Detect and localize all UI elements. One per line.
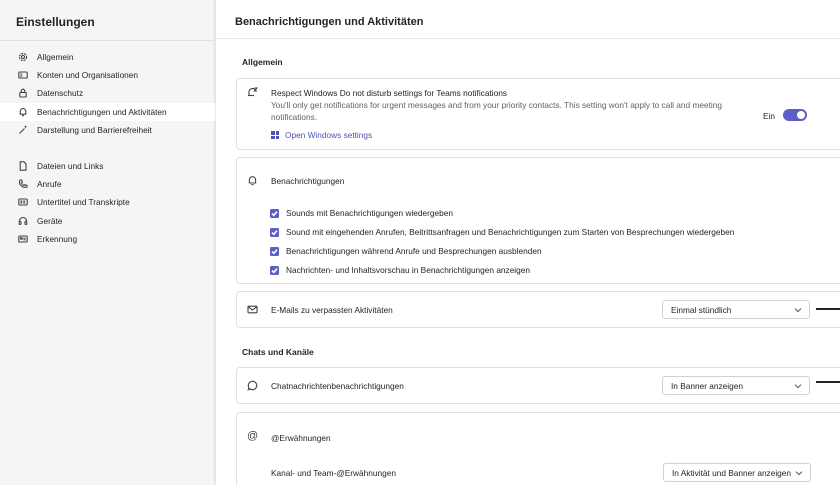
sidebar-item-files[interactable]: Dateien und Links (0, 157, 215, 175)
mentions-card: @ @Erwähnungen Kanal- und Team-@Erwähnun… (236, 412, 840, 485)
email-frequency-dropdown[interactable]: Einmal stündlich (662, 300, 810, 319)
sidebar-group-1: Allgemein Konten und Organisationen Date… (0, 48, 215, 139)
closed-caption-icon (18, 197, 28, 207)
chevron-down-icon (794, 382, 802, 390)
sidebar-item-privacy[interactable]: Datenschutz (0, 84, 215, 102)
sidebar-item-label: Anrufe (37, 179, 62, 190)
check-label: Nachrichten- und Inhaltsvorschau in Bena… (286, 265, 530, 275)
id-card-icon (18, 70, 28, 80)
section-title-general: Allgemein (242, 57, 283, 67)
person-id-icon (18, 234, 28, 244)
section-title-chats: Chats und Kanäle (242, 347, 314, 357)
windows-logo-icon (271, 131, 279, 139)
sidebar-group-2: Dateien und Links Anrufe Untertitel und … (0, 157, 215, 248)
header-divider (216, 38, 840, 39)
toggle-label: Ein (763, 111, 775, 121)
call-sounds-checkbox[interactable] (270, 227, 279, 237)
sidebar-item-devices[interactable]: Geräte (0, 212, 215, 230)
page-title: Benachrichtigungen und Aktivitäten (235, 16, 424, 28)
link-label: Open Windows settings (285, 130, 373, 140)
settings-main: Benachrichtigungen und Aktivitäten Allge… (216, 0, 840, 485)
check-label: Benachrichtigungen während Anrufe und Be… (286, 246, 542, 256)
headset-icon (18, 216, 28, 226)
check-label: Sound mit eingehenden Anrufen, Beitritts… (286, 227, 735, 237)
hide-during-calls-checkbox[interactable] (270, 246, 279, 256)
mail-icon (247, 304, 258, 315)
sidebar-item-label: Erkennung (37, 233, 78, 244)
sidebar-item-appearance[interactable]: Darstellung und Barrierefreiheit (0, 121, 215, 139)
at-sign-icon: @ (247, 430, 259, 442)
sidebar-divider (0, 40, 215, 41)
phone-icon (18, 179, 28, 189)
check-label: Sounds mit Benachrichtigungen wiedergebe… (286, 208, 453, 218)
chat-notification-dropdown[interactable]: In Banner anzeigen (662, 376, 810, 395)
email-label: E-Mails zu verpassten Aktivitäten (271, 305, 393, 315)
document-icon (18, 161, 28, 171)
open-windows-settings-link[interactable]: Open Windows settings (271, 130, 372, 140)
gear-icon (18, 52, 28, 62)
sidebar-item-label: Benachrichtigungen und Aktivitäten (37, 106, 167, 117)
sidebar-item-label: Konten und Organisationen (37, 70, 139, 81)
sidebar-item-recognition[interactable]: Erkennung (0, 230, 215, 248)
chevron-down-icon (794, 306, 802, 314)
bell-icon (18, 107, 28, 117)
sidebar-item-label: Dateien und Links (37, 161, 104, 172)
dnd-description: You'll only get notifications for urgent… (271, 100, 722, 122)
settings-sidebar: Einstellungen Allgemein Konten und Organ… (0, 0, 215, 485)
check-row-preview: Nachrichten- und Inhaltsvorschau in Bena… (270, 265, 530, 275)
chevron-down-icon (795, 469, 803, 477)
magic-wand-icon (18, 125, 28, 135)
mentions-dropdown[interactable]: In Aktivität und Banner anzeigen (663, 463, 811, 482)
sidebar-item-label: Datenschutz (37, 88, 84, 99)
edge-indicator (816, 381, 840, 383)
sidebar-item-general[interactable]: Allgemein (0, 48, 215, 66)
mentions-title: @Erwähnungen (271, 433, 331, 443)
chat-icon (247, 380, 258, 391)
notifications-card: Benachrichtigungen Sounds mit Benachrich… (236, 157, 840, 284)
dnd-toggle[interactable] (783, 109, 807, 121)
lock-icon (18, 88, 28, 99)
check-row-hide-during-calls: Benachrichtigungen während Anrufe und Be… (270, 246, 542, 256)
dropdown-value: In Aktivität und Banner anzeigen (672, 467, 792, 478)
preview-checkbox[interactable] (270, 265, 279, 275)
sidebar-item-captions[interactable]: Untertitel und Transkripte (0, 193, 215, 211)
sidebar-item-label: Untertitel und Transkripte (37, 197, 130, 208)
chat-label: Chatnachrichtenbenachrichtigungen (271, 381, 404, 391)
dropdown-value: In Banner anzeigen (671, 380, 743, 391)
do-not-disturb-icon (247, 87, 259, 98)
chat-card: Chatnachrichtenbenachrichtigungen In Ban… (236, 367, 840, 404)
check-row-sounds: Sounds mit Benachrichtigungen wiedergebe… (270, 208, 453, 218)
dropdown-value: Einmal stündlich (671, 304, 732, 315)
check-row-call-sounds: Sound mit eingehenden Anrufen, Beitritts… (270, 227, 734, 237)
notifications-title: Benachrichtigungen (271, 176, 345, 186)
edge-indicator (816, 308, 840, 310)
email-card: E-Mails zu verpassten Aktivitäten Einmal… (236, 291, 840, 328)
sidebar-item-label: Darstellung und Barrierefreiheit (37, 124, 152, 135)
sidebar-item-notifications[interactable]: Benachrichtigungen und Aktivitäten (0, 102, 215, 121)
sidebar-item-accounts[interactable]: Konten und Organisationen (0, 66, 215, 84)
dnd-title: Respect Windows Do not disturb settings … (271, 88, 507, 98)
sidebar-item-label: Geräte (37, 215, 63, 226)
dnd-card: Respect Windows Do not disturb settings … (236, 78, 840, 150)
bell-icon (247, 175, 258, 186)
sidebar-item-label: Allgemein (37, 52, 74, 63)
sidebar-item-calls[interactable]: Anrufe (0, 175, 215, 193)
toggle-knob (797, 111, 805, 119)
sidebar-title: Einstellungen (16, 15, 95, 29)
mentions-label: Kanal- und Team-@Erwähnungen (271, 468, 396, 478)
sounds-checkbox[interactable] (270, 208, 279, 218)
